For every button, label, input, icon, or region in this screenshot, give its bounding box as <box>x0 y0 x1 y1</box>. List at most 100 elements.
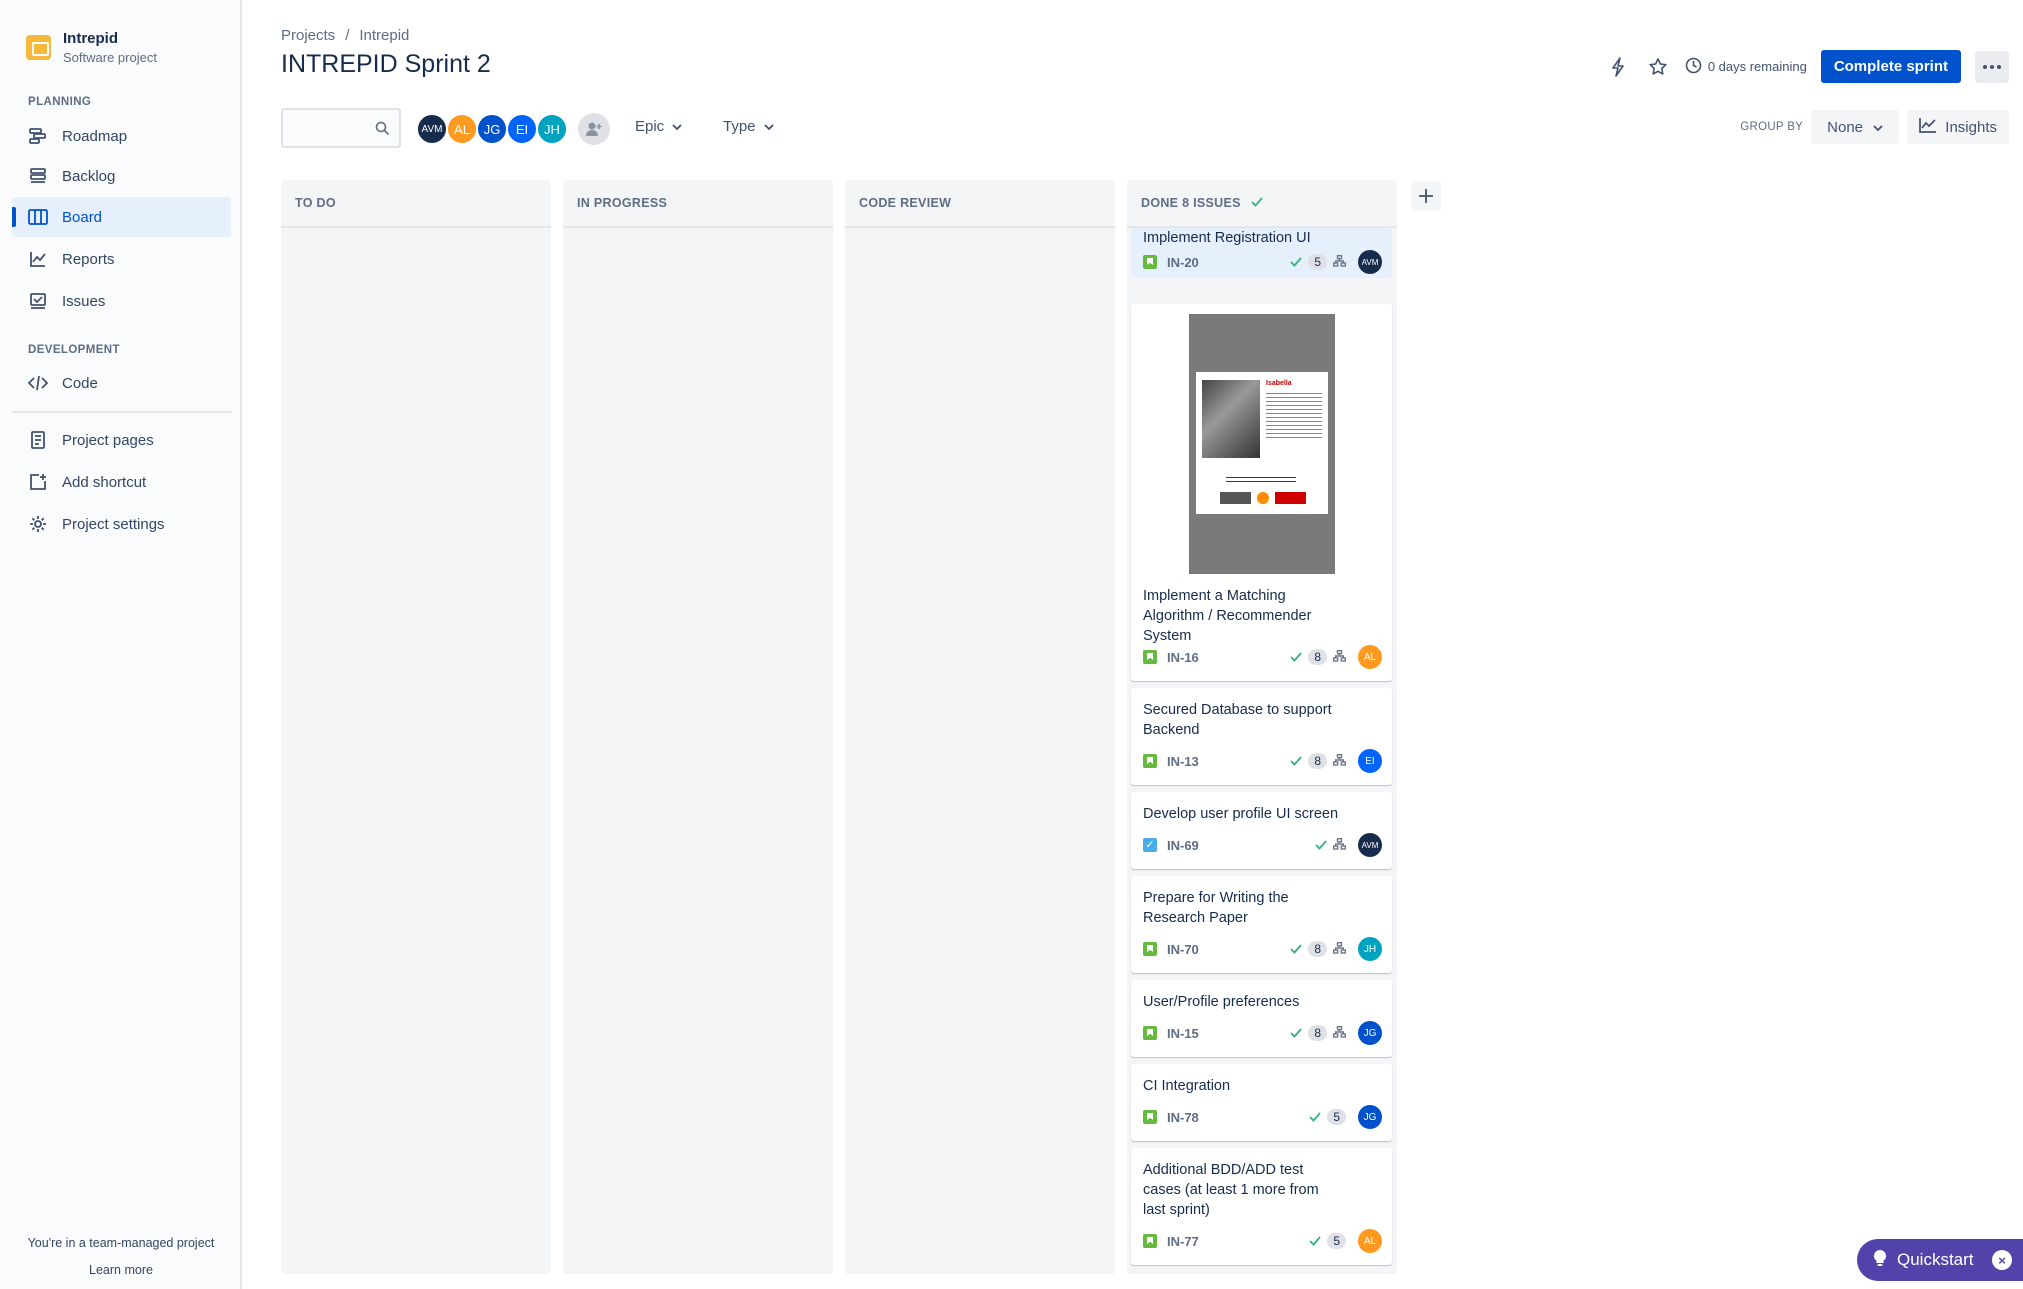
issue-card[interactable]: Prepare for Writing the Research Paper I… <box>1131 876 1392 973</box>
avatar[interactable]: AL <box>446 113 478 145</box>
story-points: 8 <box>1308 1025 1327 1041</box>
issue-card[interactable]: CI Integration IN-78 5 JG <box>1131 1064 1392 1141</box>
sidebar: Intrepid Software project PLANNING Roadm… <box>0 0 242 1289</box>
assignee-avatar[interactable]: AL <box>1358 645 1382 669</box>
lightning-icon[interactable] <box>1605 54 1631 80</box>
preview-recommendation <box>1226 474 1296 484</box>
card-cover-image: Isabella <box>1189 314 1335 574</box>
story-points: 8 <box>1308 649 1327 665</box>
plus-icon <box>1419 189 1433 203</box>
sidebar-item-code[interactable]: Code <box>12 363 231 403</box>
avatar[interactable]: JH <box>536 113 568 145</box>
assignee-avatar[interactable]: JH <box>1358 937 1382 961</box>
chevron-down-icon <box>672 118 682 135</box>
issue-card[interactable]: User/Profile preferences IN-15 8 JG <box>1131 980 1392 1057</box>
issue-card[interactable]: Isabella Implement a Matching Algorithm … <box>1131 304 1392 681</box>
issue-card[interactable]: Develop user profile UI screen ✓ IN-69 A… <box>1131 792 1392 869</box>
breadcrumb-project[interactable]: Intrepid <box>359 27 409 44</box>
issue-key: IN-69 <box>1167 837 1199 853</box>
group-by-label: GROUP BY <box>1740 121 1804 133</box>
card-footer: IN-20 5 AVM <box>1143 250 1382 274</box>
sidebar-item-reports[interactable]: Reports <box>12 239 231 279</box>
card-footer: IN-77 5 AL <box>1143 1229 1382 1253</box>
done-check-icon <box>1290 1022 1302 1044</box>
avatar[interactable]: EI <box>506 113 538 145</box>
story-icon <box>1143 1026 1157 1040</box>
card-title: Prepare for Writing the Research Paper <box>1143 890 1289 926</box>
more-actions-button[interactable] <box>1975 50 2009 83</box>
sidebar-item-add-shortcut[interactable]: Add shortcut <box>12 462 231 502</box>
breadcrumb-projects[interactable]: Projects <box>281 27 335 44</box>
story-points: 8 <box>1308 941 1327 957</box>
sidebar-item-project-pages[interactable]: Project pages <box>12 420 231 460</box>
assignee-avatar[interactable]: AVM <box>1358 250 1382 274</box>
add-column-button[interactable] <box>1411 181 1441 211</box>
profile-preview: Isabella <box>1196 372 1328 514</box>
issue-key: IN-70 <box>1167 941 1199 957</box>
assignee-avatar[interactable]: JG <box>1358 1105 1382 1129</box>
group-by: GROUP BY None <box>1740 110 1899 144</box>
story-icon <box>1143 255 1157 269</box>
card-footer: ✓ IN-69 AVM <box>1143 833 1382 857</box>
card-footer: IN-16 8 AL <box>1143 645 1382 669</box>
done-check-icon <box>1290 938 1302 960</box>
assignee-avatar[interactable]: AL <box>1358 1229 1382 1253</box>
issue-card[interactable]: Secured Database to support Backend IN-1… <box>1131 688 1392 785</box>
sidebar-item-label: Reports <box>62 250 115 268</box>
issue-key: IN-78 <box>1167 1109 1199 1125</box>
sidebar-item-label: Add shortcut <box>62 473 147 491</box>
assignee-avatar[interactable]: JG <box>1358 1021 1382 1045</box>
epic-filter[interactable]: Epic <box>635 118 682 135</box>
card-title: Secured Database to support Backend <box>1143 702 1332 738</box>
lightbulb-icon <box>1873 1249 1887 1272</box>
project-logo <box>26 35 51 60</box>
column-code-review: CODE REVIEW <box>845 180 1115 1274</box>
roadmap-icon <box>28 126 48 146</box>
preview-name: Isabella <box>1266 380 1292 387</box>
group-by-select[interactable]: None <box>1811 110 1899 144</box>
sidebar-item-label: Issues <box>62 292 106 310</box>
column-in-progress: IN PROGRESS <box>563 180 833 1274</box>
issue-card[interactable]: Additional BDD/ADD test cases (at least … <box>1131 1148 1392 1265</box>
page-title: INTREPID Sprint 2 <box>281 50 491 78</box>
sidebar-item-board[interactable]: Board <box>12 197 231 237</box>
sidebar-item-label: Project pages <box>62 431 154 449</box>
insights-button[interactable]: Insights <box>1907 110 2009 144</box>
assignee-avatar[interactable]: AVM <box>1358 833 1382 857</box>
search-input[interactable] <box>281 108 401 148</box>
project-header[interactable]: Intrepid Software project <box>26 30 157 65</box>
profile-photo <box>1202 380 1260 458</box>
preview-buttons <box>1220 492 1306 504</box>
assignee-avatar[interactable]: EI <box>1358 749 1382 773</box>
star-icon[interactable] <box>1645 54 1671 80</box>
sidebar-item-issues[interactable]: Issues <box>12 281 231 321</box>
story-icon <box>1143 754 1157 768</box>
issue-key: IN-13 <box>1167 753 1199 769</box>
code-icon <box>28 373 48 393</box>
card-footer: IN-78 5 JG <box>1143 1105 1382 1129</box>
complete-sprint-button[interactable]: Complete sprint <box>1820 50 1961 83</box>
task-icon: ✓ <box>1143 838 1157 852</box>
chevron-down-icon <box>1873 119 1883 136</box>
column-header: DONE 8 ISSUES <box>1127 180 1397 228</box>
avatar[interactable]: JG <box>476 113 508 145</box>
card-title: Implement Registration UI <box>1143 230 1311 246</box>
quickstart-button[interactable]: Quickstart × <box>1857 1239 2023 1281</box>
gear-icon <box>28 514 48 534</box>
insights-label: Insights <box>1945 118 1997 136</box>
issue-card[interactable]: Implement Registration UI IN-20 5 AVM <box>1131 228 1392 278</box>
add-people-button[interactable] <box>578 113 610 145</box>
backlog-icon <box>28 166 48 186</box>
subtask-icon <box>1332 1022 1347 1044</box>
type-filter[interactable]: Type <box>723 118 774 135</box>
done-check-icon <box>1290 251 1302 273</box>
avatar[interactable]: AVM <box>416 113 448 145</box>
sidebar-item-project-settings[interactable]: Project settings <box>12 504 231 544</box>
close-icon[interactable]: × <box>1992 1250 2012 1270</box>
story-icon <box>1143 650 1157 664</box>
learn-more-link[interactable]: Learn more <box>0 1263 242 1277</box>
sidebar-item-backlog[interactable]: Backlog <box>12 156 231 196</box>
card-title: Additional BDD/ADD test cases (at least … <box>1143 1162 1319 1218</box>
insights-icon <box>1919 117 1937 137</box>
sidebar-item-roadmap[interactable]: Roadmap <box>12 116 231 156</box>
